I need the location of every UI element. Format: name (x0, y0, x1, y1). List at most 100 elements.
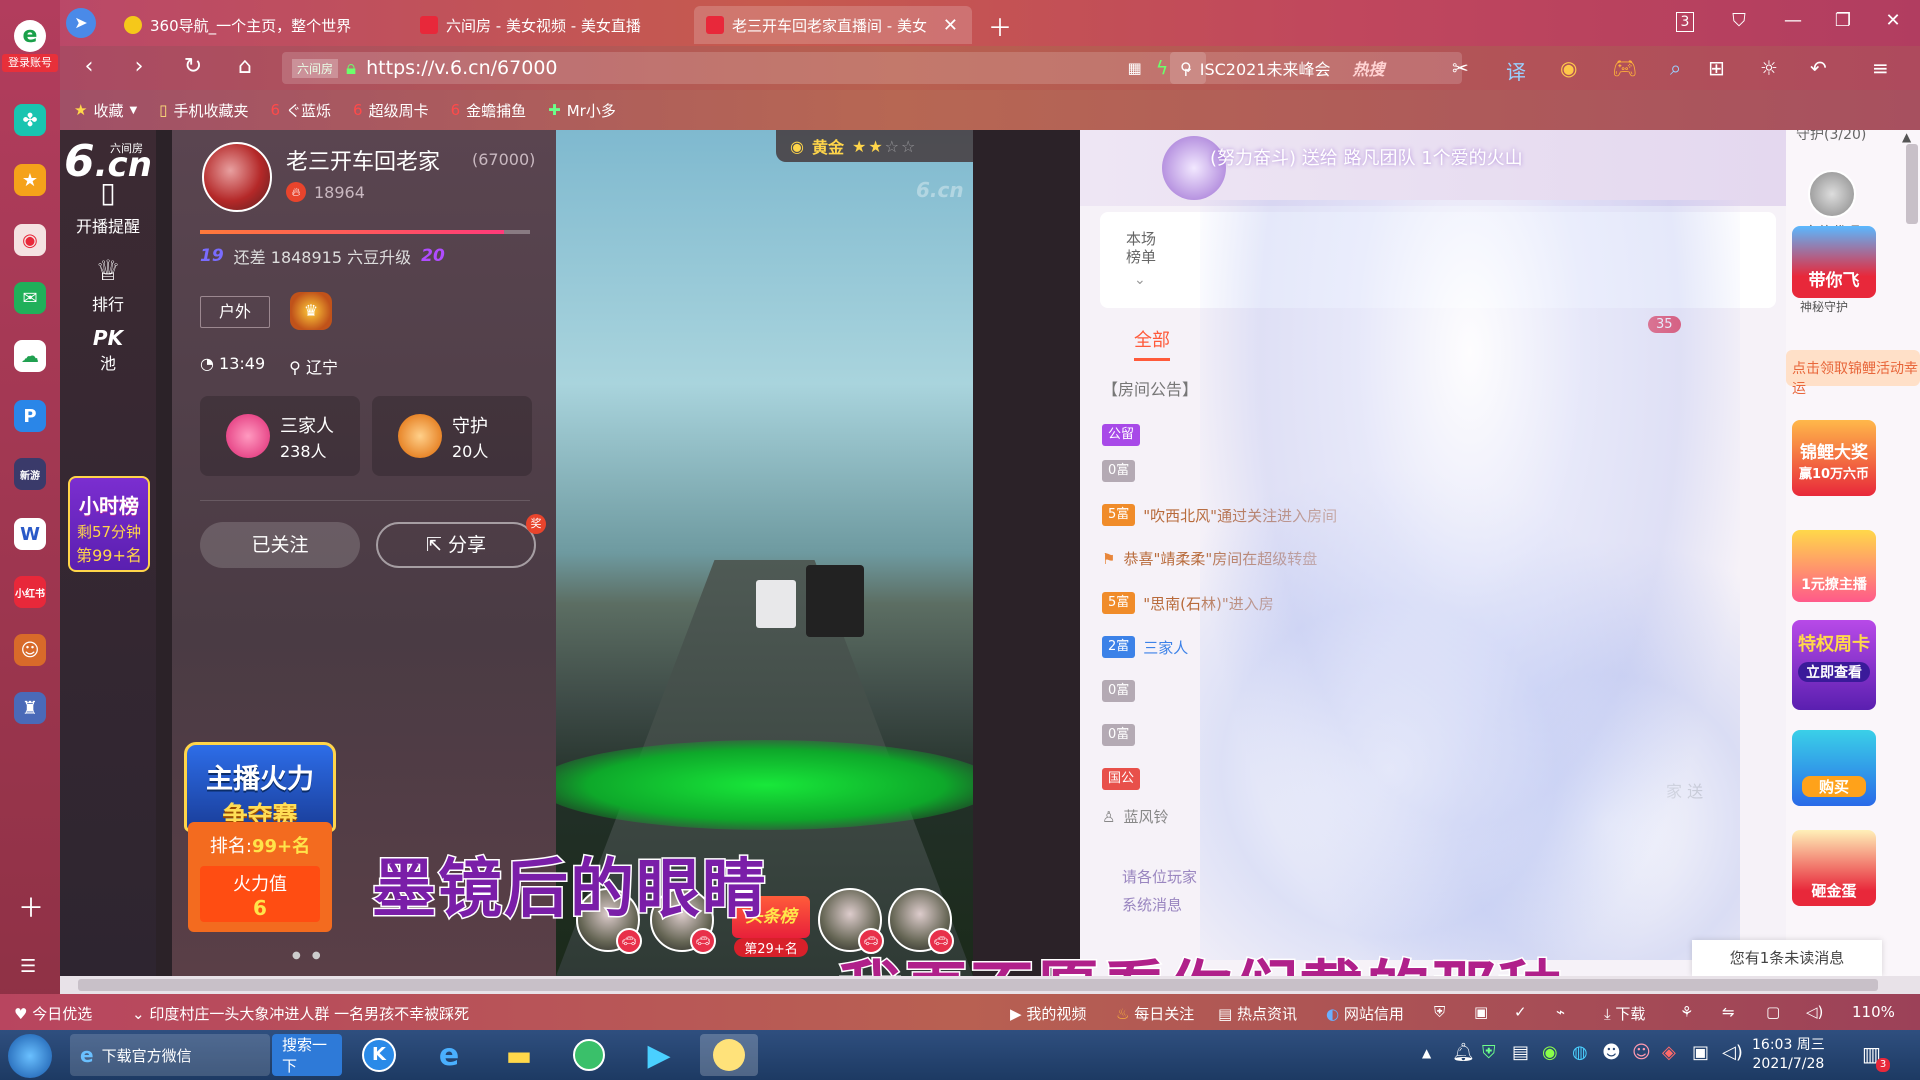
my-video-link[interactable]: ▶ 我的视频 (1010, 1003, 1086, 1024)
session-ranking-card[interactable]: 本场榜单 ⌄ (1100, 212, 1776, 308)
undo-icon[interactable]: ↶ (1810, 56, 1827, 80)
swap-icon[interactable]: ⇋ (1722, 1003, 1735, 1021)
new-tab-button[interactable]: ＋ (988, 8, 1012, 43)
network-tray-icon[interactable]: ◍ (1572, 1042, 1588, 1063)
tab-6cn-home[interactable]: 六间房 - 美女视频 - 美女直播 (408, 6, 690, 44)
trophy-icon[interactable]: ♛ (290, 292, 332, 330)
clover-icon[interactable]: ✤ (14, 104, 46, 136)
avatar[interactable] (202, 142, 272, 212)
pay-icon[interactable]: P (14, 400, 46, 432)
hour-rank-badge[interactable]: 小时榜 剩57分钟 第99+名 (68, 476, 150, 572)
news-ticker[interactable]: ⌄ 印度村庄一头大象冲进人群 一名男孩不幸被踩死 (132, 1003, 469, 1024)
wechat-search-field[interactable]: e 下载官方微信 (70, 1034, 270, 1076)
ie-browser-icon[interactable]: e (420, 1034, 478, 1076)
castle-game-icon[interactable]: ♜ (14, 692, 46, 724)
promo-weekcard-button[interactable]: 立即查看 (1798, 662, 1870, 682)
back-icon[interactable]: ‹ (74, 54, 104, 79)
nav-live-reminder[interactable]: ▯ 开播提醒 (60, 176, 156, 237)
minimize-icon[interactable]: — (1778, 10, 1808, 31)
carousel-dots[interactable]: ● ● (292, 950, 325, 961)
scroll-thumb[interactable] (78, 979, 1878, 991)
window-icon[interactable]: ▢ (1766, 1003, 1780, 1021)
shield-tray-icon[interactable]: ⛨ (1482, 1042, 1496, 1063)
promo-buy[interactable]: 购买 (1792, 730, 1876, 806)
volume-icon[interactable]: ◁) (1806, 1003, 1823, 1021)
room-notice[interactable]: 【房间公告】 (1102, 376, 1198, 400)
tray-expand-icon[interactable]: ▲ (1422, 1046, 1431, 1060)
bell-icon[interactable]: 🔔︎ (1452, 1042, 1475, 1063)
magnifier-icon[interactable]: ⌕ (1670, 56, 1681, 80)
hot-news-link[interactable]: ▤ 热点资讯 (1218, 1003, 1297, 1024)
guard-card[interactable]: 守护 20人 (372, 396, 532, 476)
bookmark-lanshuo[interactable]: 6 ぐ蓝烁 (270, 100, 331, 121)
theme-icon[interactable]: ☼ (1760, 56, 1778, 80)
follow-button[interactable]: 已关注 (200, 522, 360, 568)
redbook-icon[interactable]: 小红书 (14, 576, 46, 608)
menu-icon[interactable]: ≡ (1872, 56, 1889, 80)
bookmark-weekcard[interactable]: 6 超级周卡 (353, 100, 429, 121)
tab-all[interactable]: 全部 (1134, 326, 1170, 361)
nav-pk-pool[interactable]: PK 池 (60, 326, 156, 374)
promo-koi[interactable]: 锦鲤大奖 赢10万六币 (1792, 420, 1876, 496)
shield-status-icon[interactable]: ⛨ (1434, 1003, 1445, 1021)
unread-notification[interactable]: 您有1条未读消息 (1692, 940, 1882, 976)
system-clock[interactable]: 16:03 周三 2021/7/28 (1752, 1036, 1825, 1074)
coin-icon[interactable]: ◉ (1560, 56, 1577, 80)
star-icon[interactable]: ★ (14, 164, 46, 196)
tab-live-room[interactable]: 老三开车回老家直播间 - 美女 ✕ (694, 6, 972, 44)
add-sidebar-icon[interactable]: ＋ (18, 888, 44, 925)
media-player-icon[interactable]: ▶ (630, 1034, 688, 1076)
login-button[interactable]: 登录账号 (2, 54, 58, 72)
compat-icon[interactable]: ⚘ (1680, 1003, 1693, 1021)
fire-contest-banner[interactable]: 主播火力 争夺赛 排名:99+名 火力值 6 (184, 742, 336, 942)
share-button[interactable]: ⇱ 分享 (376, 522, 536, 568)
tab-count-badge[interactable]: 3 (1676, 12, 1694, 32)
guard-avatar[interactable] (1808, 170, 1856, 218)
family-card[interactable]: 三家人 238人 (200, 396, 360, 476)
lightning-icon[interactable]: ϟ (1156, 57, 1169, 79)
koi-promo-tip[interactable]: 点击领取锦鲤活动幸运 (1786, 350, 1920, 397)
check-icon[interactable]: ✓ (1514, 1003, 1527, 1021)
weibo-icon[interactable]: ◉ (14, 224, 46, 256)
gold-level-badge[interactable]: ◉ 黄金 ★★☆☆ (776, 130, 973, 162)
nav-ranking[interactable]: ♕ 排行 (60, 254, 156, 315)
translate-icon[interactable]: 译 (1506, 56, 1526, 85)
qq-tray-icon[interactable]: ☻ (1602, 1042, 1621, 1063)
daily-follow-link[interactable]: ♨ 每日关注 (1116, 1003, 1194, 1024)
promo-weekcard[interactable]: 特权周卡 立即查看 (1792, 620, 1876, 710)
zoom-level[interactable]: 110% (1852, 1003, 1895, 1021)
forward-icon[interactable]: › (124, 54, 154, 79)
game-icon[interactable]: 新游 (14, 458, 46, 490)
doc-tray-icon[interactable]: ▤ (1512, 1042, 1529, 1063)
avatar-tray-icon[interactable]: ☺ (1632, 1042, 1651, 1063)
search-button[interactable]: 搜索一下 (272, 1034, 342, 1076)
gamepad-icon[interactable]: 🎮︎ (1612, 56, 1637, 80)
start-button[interactable] (8, 1034, 52, 1078)
today-picks[interactable]: ♥ 今日优选 (14, 1003, 92, 1024)
scroll-up-icon[interactable]: ▲ (1902, 130, 1911, 144)
menu-list-icon[interactable]: ☰ (20, 956, 36, 977)
download-link[interactable]: ⤓ 下载 (1604, 1003, 1645, 1024)
url-input[interactable]: 六间房 🔒︎ https://v.6.cn/67000 ▦ ϟ ⌄ (282, 52, 1206, 84)
category-tag[interactable]: 户外 (200, 296, 270, 328)
volume-tray-icon[interactable]: ◁) (1722, 1042, 1743, 1063)
bookmark-fishing[interactable]: 6 金蟾捕鱼 (451, 100, 527, 121)
doc-icon[interactable]: W (14, 518, 46, 550)
close-tab-icon[interactable]: ✕ (943, 15, 958, 36)
vertical-scrollbar[interactable] (1906, 144, 1918, 224)
bookmark-mobile[interactable]: ▯ 手机收藏夹 (159, 100, 248, 121)
shirt-icon[interactable]: ⛉ (1724, 10, 1754, 31)
bookmark-favorites[interactable]: ★ 收藏 ▼ (74, 100, 137, 121)
active-app-icon[interactable] (700, 1034, 758, 1076)
promo-fly[interactable]: 带你飞 (1792, 226, 1876, 298)
cloud-icon[interactable]: ☁ (14, 340, 46, 372)
bookmark-mrxiaoduo[interactable]: ✚ Mr小多 (548, 100, 616, 121)
mail-icon[interactable]: ✉ (14, 282, 46, 314)
apps-grid-icon[interactable]: ⊞ (1708, 56, 1725, 80)
promo-1yuan[interactable]: 1元撩主播 (1792, 530, 1876, 602)
broom-icon[interactable]: ⌁ (1556, 1003, 1565, 1021)
site-credit-link[interactable]: ◐ 网站信用 (1326, 1003, 1404, 1024)
promo-egg[interactable]: 砸金蛋 (1792, 830, 1876, 906)
kugou-icon[interactable]: K (350, 1034, 408, 1076)
home-icon[interactable]: ⌂ (230, 54, 260, 79)
